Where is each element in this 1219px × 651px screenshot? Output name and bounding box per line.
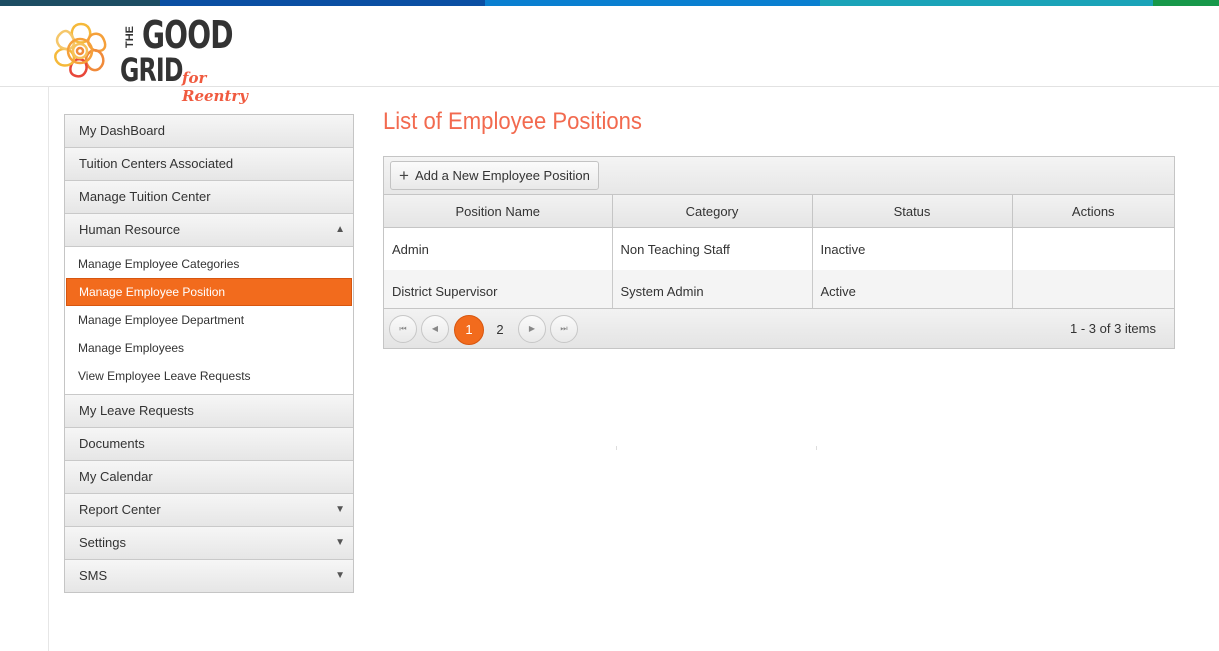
positions-table: Position Name Category Status Actions Ad… <box>384 195 1174 312</box>
sidebar-item-sms[interactable]: SMS ▼ <box>65 560 353 592</box>
divider-tick <box>816 446 817 450</box>
column-header-position-name[interactable]: Position Name <box>384 195 613 228</box>
submenu-item-employee-categories[interactable]: Manage Employee Categories <box>65 250 353 278</box>
last-page-icon: ⏭ <box>560 324 568 333</box>
first-page-icon: ⏮ <box>399 324 407 333</box>
header: THE GOOD GRID for Reentry <box>0 6 1219 105</box>
divider-tick <box>616 446 617 450</box>
column-header-category[interactable]: Category <box>612 195 813 228</box>
sidebar-item-label: SMS <box>79 568 108 583</box>
sidebar-item-documents[interactable]: Documents <box>65 428 353 461</box>
cell-status: Active <box>812 270 1013 312</box>
sidebar-item-tuition-centers-associated[interactable]: Tuition Centers Associated <box>65 148 353 181</box>
prev-page-button[interactable]: ◀ <box>421 315 449 343</box>
sidebar-item-label: Report Center <box>79 502 161 517</box>
sidebar-item-label: Documents <box>79 436 145 451</box>
column-header-actions: Actions <box>1012 195 1174 228</box>
sidebar-item-dashboard[interactable]: My DashBoard <box>65 115 353 148</box>
last-page-button[interactable]: ⏭ <box>550 315 578 343</box>
sidebar-item-label: My DashBoard <box>79 123 165 138</box>
cell-status: Inactive <box>812 227 1013 270</box>
chevron-down-icon: ▼ <box>335 537 345 548</box>
submenu-item-employee-department[interactable]: Manage Employee Department <box>65 306 353 334</box>
sidebar-item-my-calendar[interactable]: My Calendar <box>65 461 353 494</box>
submenu-item-employee-position[interactable]: Manage Employee Position <box>66 278 352 306</box>
sidebar-nav: My DashBoard Tuition Centers Associated … <box>64 114 354 593</box>
table-row[interactable]: District Supervisor System Admin Active <box>384 270 1174 312</box>
prev-page-icon: ◀ <box>431 324 439 333</box>
cell-category: Non Teaching Staff <box>612 227 813 270</box>
human-resource-submenu: Manage Employee Categories Manage Employ… <box>65 247 353 395</box>
column-header-status[interactable]: Status <box>812 195 1013 228</box>
positions-grid: + Add a New Employee Position Position N… <box>383 156 1175 349</box>
cell-position-name: District Supervisor <box>384 270 613 312</box>
sidebar-item-label: Settings <box>79 535 126 550</box>
sidebar-item-label: Manage Tuition Center <box>79 189 211 204</box>
pager: ⏮ ◀ 1 2 ▶ ⏭ 1 - 3 of 3 items <box>384 308 1174 348</box>
sidebar-item-label: My Calendar <box>79 469 153 484</box>
cell-position-name: Admin <box>384 227 613 270</box>
page-2-button[interactable]: 2 <box>485 315 515 345</box>
sidebar-item-label: Tuition Centers Associated <box>79 156 234 171</box>
logo-the: THE <box>124 26 136 48</box>
grid-toolbar: + Add a New Employee Position <box>384 157 1174 195</box>
chevron-up-icon: ▲ <box>335 224 345 235</box>
logo[interactable]: THE GOOD GRID for Reentry <box>46 13 276 105</box>
logo-good: GOOD <box>142 13 233 57</box>
cell-actions <box>1012 270 1174 312</box>
page-title: List of Employee Positions <box>383 108 642 135</box>
sidebar-item-my-leave-requests[interactable]: My Leave Requests <box>65 395 353 428</box>
sidebar-item-settings[interactable]: Settings ▼ <box>65 527 353 560</box>
logo-grid: GRID <box>120 51 183 89</box>
add-employee-position-button[interactable]: + Add a New Employee Position <box>390 161 599 190</box>
plus-icon: + <box>399 166 409 185</box>
chevron-down-icon: ▼ <box>335 570 345 581</box>
sidebar-item-label: My Leave Requests <box>79 403 194 418</box>
sidebar-item-human-resource[interactable]: Human Resource ▲ <box>65 214 353 247</box>
sidebar-item-manage-tuition-center[interactable]: Manage Tuition Center <box>65 181 353 214</box>
flower-logo-icon <box>54 22 107 78</box>
table-header-row: Position Name Category Status Actions <box>384 195 1174 228</box>
sidebar-item-report-center[interactable]: Report Center ▼ <box>65 494 353 527</box>
pager-info: 1 - 3 of 3 items <box>1070 321 1156 336</box>
page-1-button[interactable]: 1 <box>454 315 484 345</box>
sidebar-item-label: Human Resource <box>79 222 181 237</box>
next-page-button[interactable]: ▶ <box>518 315 546 343</box>
cell-actions <box>1012 228 1174 271</box>
add-button-label: Add a New Employee Position <box>414 168 590 183</box>
submenu-item-employees[interactable]: Manage Employees <box>65 334 353 362</box>
cell-category: System Admin <box>612 270 813 312</box>
next-page-icon: ▶ <box>528 324 536 333</box>
chevron-down-icon: ▼ <box>335 504 345 515</box>
submenu-item-leave-requests[interactable]: View Employee Leave Requests <box>65 362 353 390</box>
first-page-button[interactable]: ⏮ <box>389 315 417 343</box>
table-row[interactable]: Admin Non Teaching Staff Inactive <box>384 227 1174 271</box>
